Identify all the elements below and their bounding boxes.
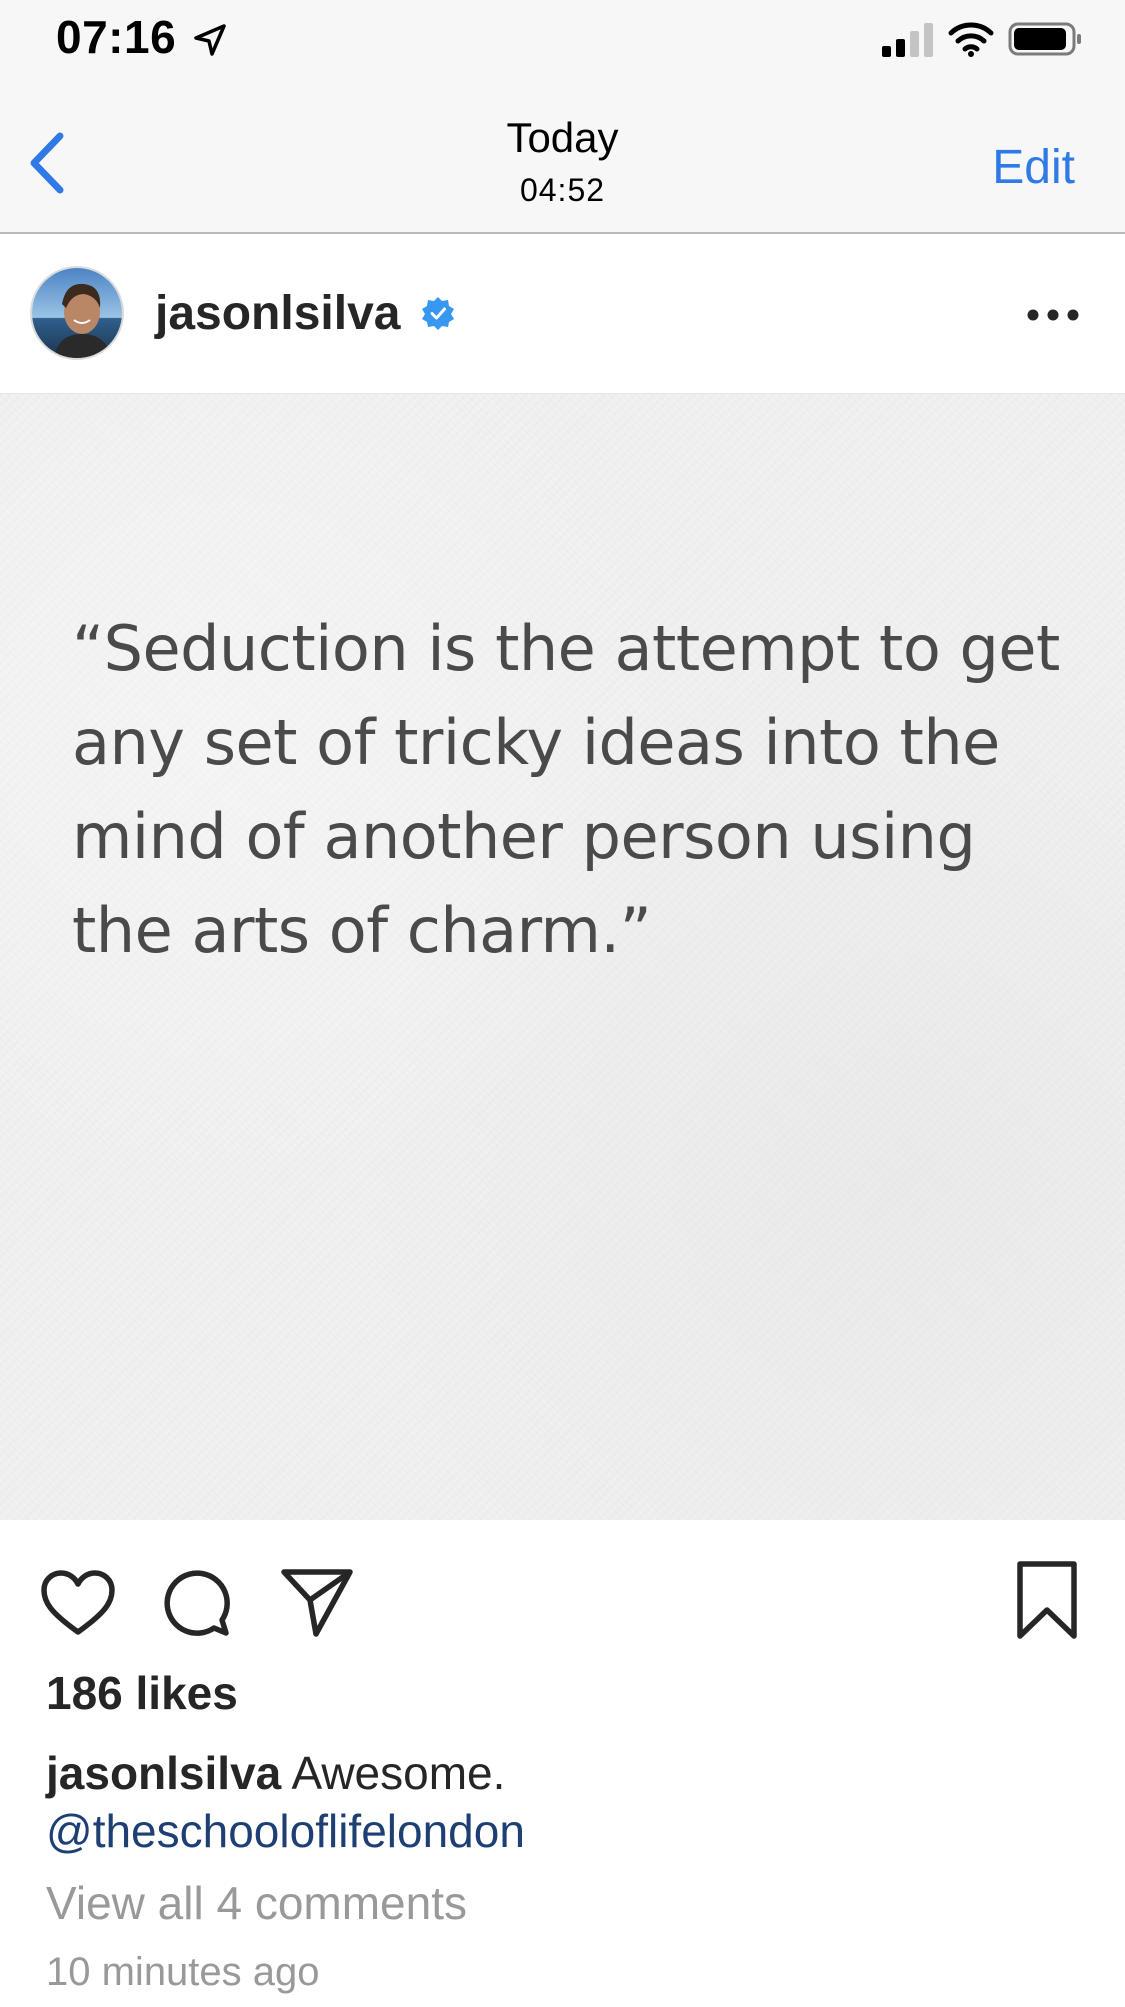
post-header: jasonlsilva bbox=[0, 234, 1125, 394]
caption-username[interactable]: jasonlsilva bbox=[46, 1747, 281, 1799]
location-arrow-icon bbox=[194, 24, 226, 56]
post-timestamp: 10 minutes ago bbox=[46, 1950, 320, 1994]
avatar-photo bbox=[32, 268, 122, 358]
edit-button[interactable]: Edit bbox=[992, 140, 1075, 195]
navigation-bar: Today 04:52 Edit bbox=[0, 80, 1125, 234]
comment-bubble-icon[interactable] bbox=[160, 1566, 232, 1638]
bookmark-icon[interactable] bbox=[1014, 1560, 1080, 1640]
post-username[interactable]: jasonlsilva bbox=[155, 286, 400, 341]
post-image[interactable]: “Seduction is the attempt to get any set… bbox=[0, 394, 1125, 1520]
battery-icon bbox=[1008, 22, 1081, 56]
nav-title: Today bbox=[506, 114, 619, 161]
view-comments-link[interactable]: View all 4 comments bbox=[46, 1876, 467, 1930]
caption-mention-link[interactable]: @theschooloflifelondon bbox=[46, 1802, 1086, 1860]
status-time: 07:16 bbox=[56, 11, 177, 63]
heart-icon[interactable] bbox=[40, 1568, 116, 1638]
wifi-icon bbox=[948, 22, 994, 57]
cellular-signal-icon bbox=[882, 23, 933, 57]
nav-subtitle: 04:52 bbox=[519, 172, 606, 208]
caption-text: Awesome. bbox=[291, 1747, 506, 1799]
status-bar: 07:16 bbox=[0, 0, 1125, 80]
quote-text: “Seduction is the attempt to get any set… bbox=[72, 612, 1060, 967]
action-bar bbox=[0, 1520, 1125, 1660]
screen: 07:16 Today 04:52 Edit jasonlsilva “Sedu… bbox=[0, 0, 1125, 2007]
likes-count[interactable]: 186 likes bbox=[46, 1666, 238, 1720]
paper-plane-icon[interactable] bbox=[280, 1566, 354, 1638]
ellipsis-icon[interactable] bbox=[1021, 290, 1085, 340]
caption: jasonlsilva Awesome. @theschooloflifelon… bbox=[46, 1744, 1086, 1860]
avatar[interactable] bbox=[30, 266, 124, 360]
verified-badge-icon bbox=[422, 297, 454, 330]
